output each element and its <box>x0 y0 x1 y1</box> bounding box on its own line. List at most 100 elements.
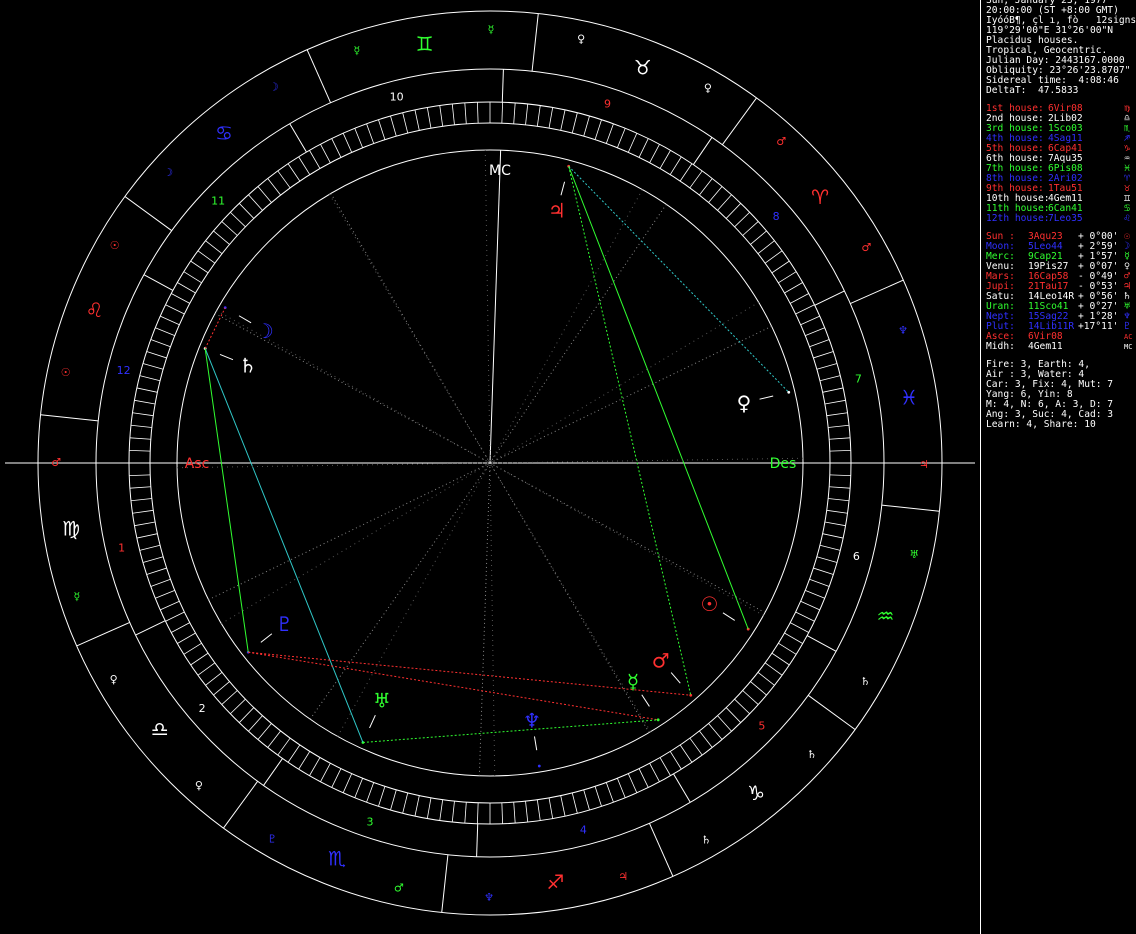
degree-tick <box>548 107 554 129</box>
degree-tick <box>248 194 263 211</box>
degree-tick <box>819 544 841 551</box>
degree-tick <box>594 119 602 140</box>
degree-tick <box>402 112 409 134</box>
degree-tick <box>778 642 797 655</box>
degree-tick <box>536 799 541 821</box>
degree-tick <box>366 123 375 144</box>
planet-glyph-icon: ☽ <box>256 319 274 343</box>
sign-boundary <box>721 97 757 146</box>
house-number: 10 <box>390 91 404 104</box>
degree-tick <box>824 521 846 527</box>
sign-coruler-icon: ♄ <box>860 675 870 688</box>
degree-tick <box>298 156 311 175</box>
degree-tick <box>813 351 834 359</box>
planet-glyph-icon: ☿ <box>627 669 639 693</box>
degree-tick <box>477 802 479 824</box>
degree-tick <box>160 315 180 326</box>
house-cusp-line <box>289 123 307 153</box>
house-number: 5 <box>758 720 765 733</box>
house-cusp-inner <box>478 462 491 776</box>
degree-tick <box>129 474 151 476</box>
sign-boundary <box>531 13 539 72</box>
sign-coruler-icon: ☿ <box>488 23 495 36</box>
degree-tick <box>134 521 156 527</box>
degree-tick <box>155 327 175 337</box>
radial-guide <box>489 462 496 776</box>
degree-tick <box>784 632 803 644</box>
aspect-line <box>362 719 659 743</box>
degree-tick <box>165 611 185 622</box>
planet-latitude: +17°11' <box>1078 321 1119 332</box>
degree-tick <box>464 802 467 824</box>
house-number: 6 <box>853 550 860 563</box>
house-cusp-inner <box>330 193 491 464</box>
degree-tick <box>129 486 151 489</box>
degree-tick <box>764 662 783 676</box>
sign-boundary <box>124 196 173 232</box>
planet-marker <box>787 390 791 394</box>
aspect-line <box>204 348 364 743</box>
degree-tick <box>764 250 783 264</box>
degree-tick <box>571 112 578 134</box>
degree-tick <box>560 795 566 817</box>
planet-leader <box>219 353 234 361</box>
sign-boundary <box>648 823 674 877</box>
header-line: DeltaT: 47.5833 <box>986 86 1136 96</box>
sign-coruler-icon: ♇ <box>267 832 277 845</box>
degree-tick <box>699 730 713 748</box>
sign-icon: ♊ <box>416 32 434 56</box>
aspect-line <box>568 166 692 696</box>
sign-coruler-icon: ♂ <box>861 241 871 254</box>
sign-ruler-icon: ☉ <box>61 366 71 379</box>
degree-tick <box>267 730 281 748</box>
degree-tick <box>414 795 420 817</box>
degree-tick <box>548 797 554 819</box>
degree-tick <box>725 203 742 219</box>
house-cusp-line <box>806 635 837 652</box>
sign-ruler-icon: ☿ <box>74 590 81 603</box>
degree-tick <box>501 802 503 824</box>
sign-icon: ♈ <box>811 185 829 209</box>
sign-coruler-icon: ☽ <box>269 81 279 94</box>
degree-tick <box>155 589 175 599</box>
degree-tick <box>826 509 848 514</box>
house-cusp-inner <box>489 150 502 464</box>
planet-glyph-icon: ♃ <box>548 199 566 223</box>
planet-label: Midh: <box>986 341 1015 352</box>
degree-tick <box>165 304 185 315</box>
planet-position: 4Gem11 <box>1028 341 1063 352</box>
degree-tick <box>136 533 158 539</box>
degree-tick <box>451 103 455 125</box>
radial-guide <box>489 301 759 464</box>
degree-tick <box>134 399 156 405</box>
planet-marker <box>537 764 541 768</box>
degree-tick <box>331 138 342 158</box>
degree-tick <box>197 662 216 676</box>
house-cusp-inner <box>489 462 766 614</box>
degree-tick <box>146 351 167 359</box>
degree-tick <box>451 801 455 823</box>
degree-tick <box>679 744 693 763</box>
radial-guide <box>177 462 491 469</box>
planet-leader <box>260 633 273 643</box>
degree-tick <box>583 789 590 811</box>
degree-tick <box>390 789 397 811</box>
degree-tick <box>426 797 432 819</box>
degree-tick <box>320 763 331 782</box>
degree-tick <box>205 240 223 254</box>
planet-glyph-icon: ♀ <box>737 391 752 415</box>
house-cusp-inner <box>489 462 650 733</box>
degree-tick <box>790 293 809 304</box>
degree-tick <box>366 782 375 803</box>
degree-tick <box>717 715 732 732</box>
degree-tick <box>790 622 809 633</box>
degree-tick <box>205 672 223 686</box>
house-number: 12 <box>117 364 131 377</box>
degree-tick <box>183 271 202 284</box>
degree-tick <box>649 763 660 782</box>
degree-tick <box>177 282 196 294</box>
degree-tick <box>213 230 230 245</box>
degree-tick <box>267 178 281 196</box>
degree-tick <box>171 622 190 633</box>
degree-tick <box>277 170 291 189</box>
